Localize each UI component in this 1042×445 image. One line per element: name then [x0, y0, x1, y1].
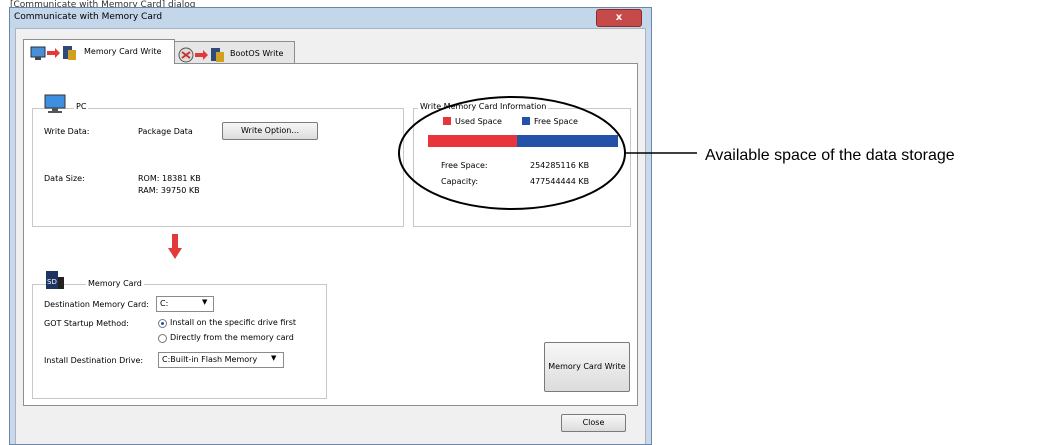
install-drive-select[interactable]: C:Built-in Flash Memory ▼	[158, 352, 284, 368]
dropdown-arrow-icon: ▼	[202, 298, 208, 306]
pc-to-card-icon	[30, 46, 76, 60]
radio-directly-label: Directly from the memory card	[170, 333, 294, 342]
rom-size: ROM: 18381 KB	[138, 174, 201, 183]
radio-install-first-label: Install on the specific drive first	[170, 318, 296, 327]
dropdown-arrow-icon: ▼	[271, 354, 277, 362]
arrow-right-icon	[47, 48, 60, 58]
sd-card-icon: SD	[46, 271, 64, 289]
tab-memory-card-write[interactable]: Memory Card Write	[23, 39, 175, 64]
write-data-value: Package Data	[138, 127, 193, 136]
svg-text:SD: SD	[47, 278, 57, 286]
pc-legend: PC	[74, 102, 89, 111]
close-button[interactable]: Close	[561, 414, 626, 432]
destination-select[interactable]: C: ▼	[156, 296, 214, 312]
title-bar: Communicate with Memory Card x	[10, 8, 651, 28]
write-option-button[interactable]: Write Option...	[222, 122, 318, 140]
tab-label-bootos: BootOS Write	[230, 49, 284, 58]
write-data-label: Write Data:	[44, 127, 90, 136]
annotation-callout	[398, 96, 697, 210]
window-title: Communicate with Memory Card	[14, 12, 163, 22]
dialog-window: Communicate with Memory Card x Memory Ca…	[9, 7, 652, 445]
annotation-text: Available space of the data storage	[705, 147, 955, 164]
tab-bootos-write[interactable]: BootOS Write	[173, 41, 295, 64]
memory-card-write-button[interactable]: Memory Card Write	[544, 342, 630, 392]
dialog-client: Memory Card Write BootOS Write PC Write …	[15, 28, 646, 444]
ram-size: RAM: 39750 KB	[138, 186, 200, 195]
install-drive-label: Install Destination Drive:	[44, 356, 144, 365]
destination-label: Destination Memory Card:	[44, 300, 149, 309]
pc-icon	[44, 94, 66, 113]
highlight-ellipse	[398, 96, 626, 210]
bootos-icon	[178, 47, 224, 63]
pc-group	[32, 108, 404, 227]
down-arrow-icon	[168, 234, 182, 259]
startup-label: GOT Startup Method:	[44, 319, 129, 328]
install-drive-value: C:Built-in Flash Memory	[162, 355, 258, 364]
radio-install-first[interactable]	[158, 319, 167, 328]
radio-directly-memory-card[interactable]	[158, 334, 167, 343]
tab-label-write: Memory Card Write	[84, 47, 162, 56]
window-close-button[interactable]: x	[596, 9, 642, 27]
destination-value: C:	[160, 299, 169, 308]
memory-card-legend: Memory Card	[86, 279, 144, 288]
data-size-label: Data Size:	[44, 174, 85, 183]
